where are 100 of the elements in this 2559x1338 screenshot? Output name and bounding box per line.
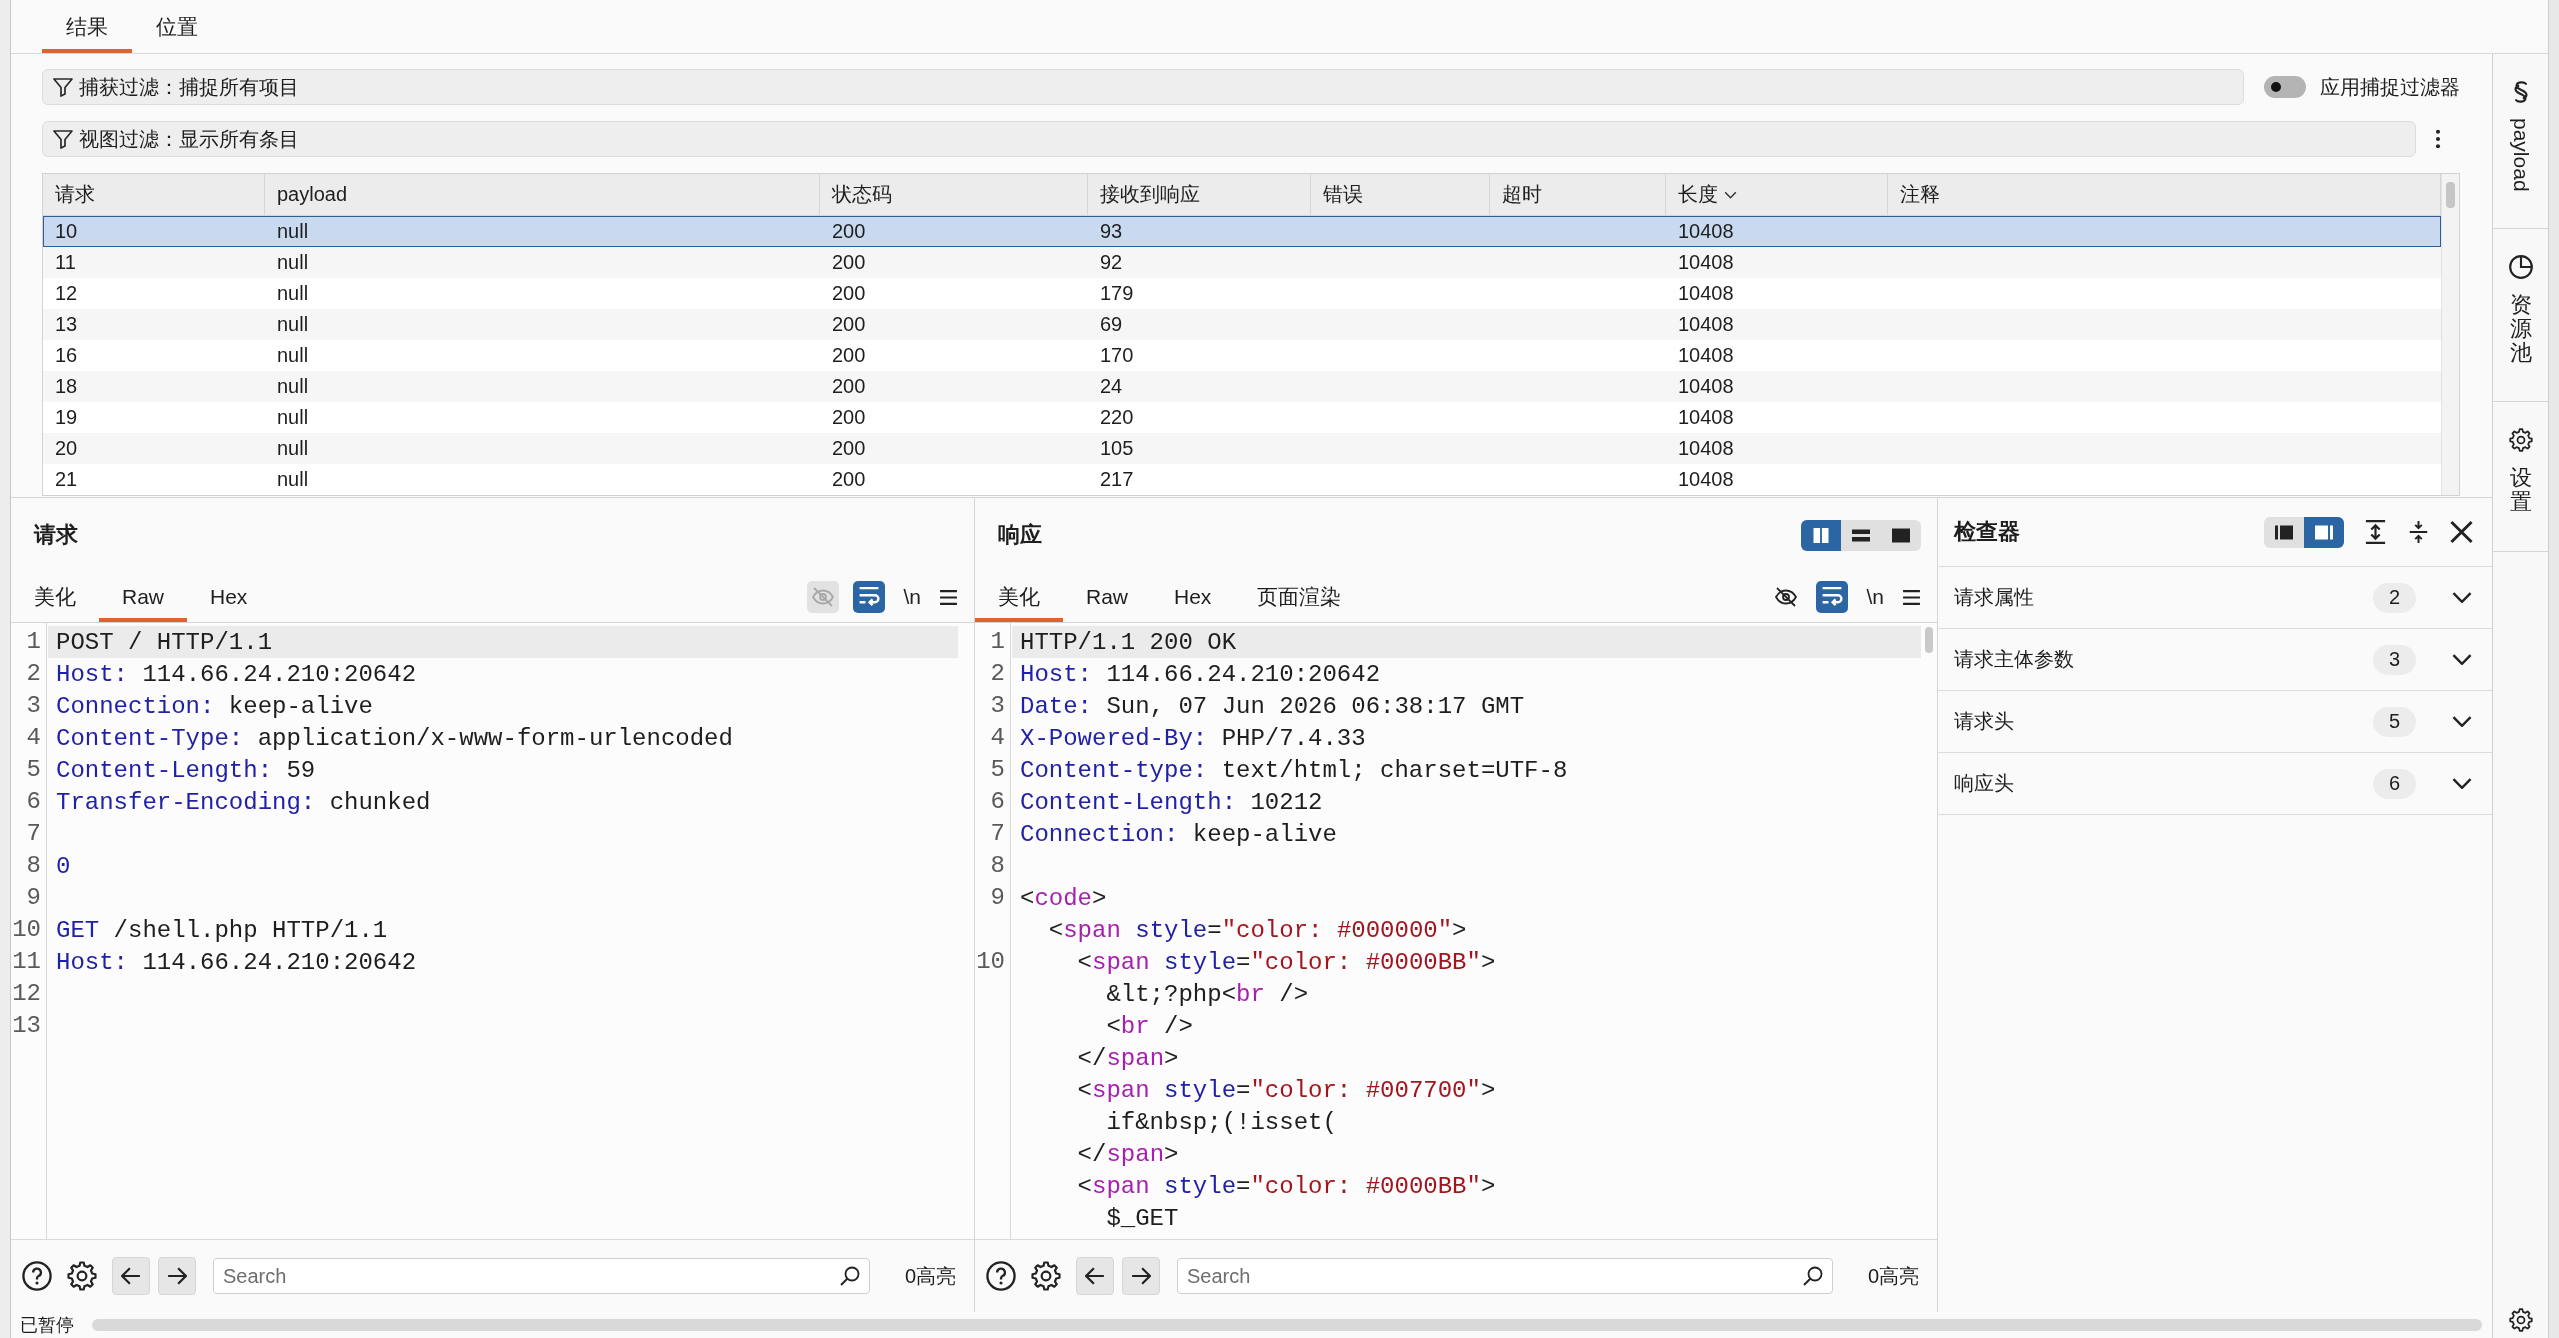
chevron-icon[interactable]	[2452, 716, 2472, 727]
back-button[interactable]	[1076, 1257, 1114, 1295]
newline-button[interactable]: \n	[1862, 581, 1888, 613]
editor-tab[interactable]: 美化	[11, 572, 99, 622]
editor-tab[interactable]: Raw	[1063, 572, 1151, 622]
table-row[interactable]: 20 null 200 105 10408	[43, 433, 2441, 464]
code-line: $_GET	[1105, 1204, 1179, 1234]
search-icon[interactable]	[1802, 1266, 1823, 1286]
column-header[interactable]: 超时	[1490, 174, 1666, 215]
code-line: Date: Sun, 07 Jun 2026 06:38:17 GMT	[1020, 692, 1525, 722]
expand-all-icon[interactable]	[2364, 520, 2387, 544]
view-tab[interactable]: 位置	[132, 0, 222, 53]
line-number: 3	[990, 691, 1005, 721]
code-line: Host: 114.66.24.210:20642	[56, 660, 417, 690]
count-badge: 6	[2373, 768, 2416, 799]
column-header[interactable]: 状态码	[820, 174, 1088, 215]
line-number: 11	[12, 947, 41, 977]
menu-icon[interactable]	[939, 589, 958, 605]
code-line: POST / HTTP/1.1	[56, 628, 273, 658]
arrow-right-icon	[1131, 1267, 1151, 1285]
inspector-section[interactable]: 响应头 6	[1938, 753, 2492, 815]
code-line: if&nbsp;(!isset(	[1105, 1108, 1337, 1138]
chevron-icon[interactable]	[2452, 592, 2472, 603]
pane-title: 请求	[34, 521, 78, 549]
column-header[interactable]: 接收到响应	[1088, 174, 1311, 215]
settings-icon[interactable]	[1031, 1261, 1061, 1291]
table-cell-text: 200	[832, 405, 866, 430]
table-row[interactable]: 12 null 200 179 10408	[43, 278, 2441, 309]
code-line: Host: 114.66.24.210:20642	[56, 948, 417, 978]
count-badge: 3	[2373, 644, 2416, 675]
wrap-button[interactable]	[853, 581, 886, 613]
chevron-icon[interactable]	[2452, 654, 2472, 665]
editor-tab[interactable]: Hex	[1151, 572, 1235, 622]
close-icon[interactable]	[2450, 520, 2473, 544]
table-cell-text: 12	[55, 281, 78, 306]
forward-button[interactable]	[1122, 1257, 1160, 1295]
table-cell-text: null	[277, 436, 309, 461]
table-cell-text: 24	[1100, 374, 1123, 399]
line-number: 4	[990, 723, 1005, 753]
table-row[interactable]: 18 null 200 24 10408	[43, 371, 2441, 402]
chevron-icon[interactable]	[2452, 778, 2472, 789]
column-header[interactable]: payload	[265, 174, 820, 215]
toggle-switch[interactable]	[2264, 76, 2306, 98]
view-tab[interactable]: 结果	[42, 0, 132, 53]
back-button[interactable]	[112, 1257, 150, 1295]
code-line: </span>	[1076, 1044, 1179, 1074]
highlight-count: 0高亮	[1867, 1263, 1919, 1289]
search-field[interactable]: Search	[1177, 1258, 1833, 1294]
word-wrap-icon	[858, 587, 881, 607]
search-field[interactable]: Search	[213, 1258, 870, 1294]
table-cell-text: 10408	[1678, 405, 1734, 430]
inspector-section[interactable]: 请求头 5	[1938, 691, 2492, 753]
table-row[interactable]: 11 null 200 92 10408	[43, 247, 2441, 278]
settings-icon[interactable]	[2508, 1308, 2533, 1332]
layout-button[interactable]	[2304, 516, 2344, 548]
capture-filter-bar[interactable]: 捕获过滤：捕捉所有项目	[42, 69, 2244, 105]
table-cell-text: 217	[1100, 467, 1134, 492]
table-cell-text: 200	[832, 343, 866, 368]
line-number: 1	[990, 627, 1005, 657]
code-line: <span style="color: #007700">	[1076, 1076, 1496, 1106]
menu-icon[interactable]	[1902, 589, 1921, 605]
view-filter-bar[interactable]: 视图过滤：显示所有条目	[42, 121, 2416, 157]
table-cell-text: 13	[55, 312, 78, 337]
column-header[interactable]: 请求	[43, 174, 265, 215]
code-line: <span style="color: #0000BB">	[1076, 948, 1496, 978]
layout-button[interactable]	[1801, 519, 1841, 551]
table-cell-text: null	[277, 281, 309, 306]
column-header[interactable]: 长度	[1666, 174, 1888, 215]
forward-button[interactable]	[158, 1257, 196, 1295]
table-row[interactable]: 21 null 200 217 10408	[43, 464, 2441, 495]
column-header[interactable]: 错误	[1311, 174, 1490, 215]
table-cell-text: 200	[832, 467, 866, 492]
table-row[interactable]: 19 null 200 220 10408	[43, 402, 2441, 433]
editor-tab[interactable]: Hex	[187, 572, 271, 622]
wrap-button[interactable]	[1816, 581, 1849, 613]
code-line: Content-Length: 10212	[1020, 788, 1323, 818]
newline-button[interactable]: \n	[899, 581, 925, 613]
line-number: 10	[12, 915, 41, 945]
horizontal-scrollbar[interactable]	[92, 1319, 2482, 1331]
inspector-section[interactable]: 请求主体参数 3	[1938, 629, 2492, 691]
settings-icon[interactable]	[67, 1261, 97, 1291]
table-row[interactable]: 13 null 200 69 10408	[43, 309, 2441, 340]
scrollbar-thumb[interactable]	[1925, 627, 1933, 653]
line-number: 8	[26, 851, 41, 881]
search-icon[interactable]	[839, 1266, 860, 1286]
line-number: 10	[976, 947, 1005, 977]
editor-tab[interactable]: 页面渲染	[1234, 572, 1365, 622]
scrollbar-thumb[interactable]	[2446, 182, 2455, 208]
table-row[interactable]: 10 null 200 93 10408	[43, 216, 2441, 247]
table-row[interactable]: 16 null 200 170 10408	[43, 340, 2441, 371]
collapse-all-icon[interactable]	[2407, 520, 2430, 544]
inspector-section[interactable]: 请求属性 2	[1938, 567, 2492, 629]
table-cell-text: null	[277, 467, 309, 492]
help-icon[interactable]	[986, 1261, 1016, 1291]
table-cell-text: 200	[832, 281, 866, 306]
table-cell-text: 10408	[1678, 436, 1734, 461]
table-cell-text: 179	[1100, 281, 1134, 306]
more-icon[interactable]	[2435, 128, 2441, 150]
help-icon[interactable]	[22, 1261, 52, 1291]
left-bar-layout-icon	[2275, 524, 2293, 540]
